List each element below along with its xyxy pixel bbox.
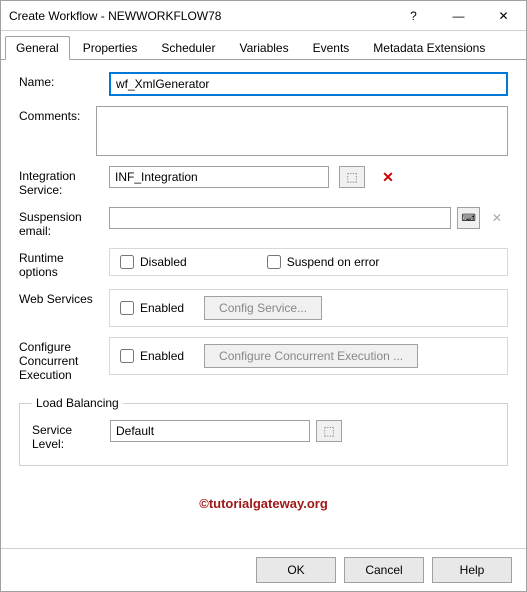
- web-enabled-checkbox-wrap[interactable]: Enabled: [120, 301, 184, 315]
- titlebar: Create Workflow - NEWWORKFLOW78 ? — ✕: [1, 1, 526, 31]
- web-enabled-checkbox[interactable]: [120, 301, 134, 315]
- disabled-checkbox-label: Disabled: [140, 255, 187, 269]
- concurrent-enabled-checkbox[interactable]: [120, 349, 134, 363]
- browse-integration-button[interactable]: ⬚: [339, 166, 365, 188]
- disabled-checkbox-wrap[interactable]: Disabled: [120, 255, 187, 269]
- load-balancing-group: Load Balancing Service Level: ⬚: [19, 396, 508, 466]
- tab-content: Name: Comments: Integration Service: ⬚ ✕: [1, 60, 526, 548]
- load-balancing-legend: Load Balancing: [32, 396, 123, 410]
- help-button-footer[interactable]: Help: [432, 557, 512, 583]
- dialog-footer: OK Cancel Help: [1, 548, 526, 591]
- disabled-checkbox[interactable]: [120, 255, 134, 269]
- clear-integration-button[interactable]: ✕: [375, 166, 401, 188]
- integration-service-input[interactable]: [109, 166, 329, 188]
- concurrent-enabled-checkbox-wrap[interactable]: Enabled: [120, 349, 184, 363]
- runtime-label: Runtime options: [19, 248, 101, 279]
- suspension-email-input[interactable]: [109, 207, 451, 229]
- watermark-text: ©tutorialgateway.org: [19, 496, 508, 511]
- tab-bar: General Properties Scheduler Variables E…: [1, 31, 526, 60]
- config-concurrent-button: Configure Concurrent Execution ...: [204, 344, 418, 368]
- concurrent-label: Configure Concurrent Execution: [19, 337, 101, 382]
- tab-events[interactable]: Events: [302, 36, 361, 60]
- service-level-input[interactable]: [110, 420, 310, 442]
- tab-variables[interactable]: Variables: [228, 36, 299, 60]
- x-icon: ✕: [382, 169, 394, 186]
- suspend-checkbox-label: Suspend on error: [287, 255, 380, 269]
- email-browse-button[interactable]: ⌨: [457, 207, 479, 229]
- service-level-label: Service Level:: [32, 420, 102, 451]
- comments-input[interactable]: [96, 106, 508, 156]
- tab-properties[interactable]: Properties: [72, 36, 149, 60]
- close-button[interactable]: ✕: [481, 1, 526, 30]
- keyboard-icon: ⌨: [461, 213, 475, 224]
- cube-icon: ⬚: [323, 424, 334, 438]
- minimize-button[interactable]: —: [436, 1, 481, 30]
- concurrent-enabled-label: Enabled: [140, 349, 184, 363]
- suspension-label: Suspension email:: [19, 207, 101, 238]
- x-icon: ✕: [492, 211, 502, 225]
- ok-button[interactable]: OK: [256, 557, 336, 583]
- tab-general[interactable]: General: [5, 36, 70, 60]
- tab-metadata-extensions[interactable]: Metadata Extensions: [362, 36, 496, 60]
- config-service-button: Config Service...: [204, 296, 322, 320]
- suspend-checkbox-wrap[interactable]: Suspend on error: [267, 255, 380, 269]
- help-button[interactable]: ?: [391, 1, 436, 30]
- tab-scheduler[interactable]: Scheduler: [150, 36, 226, 60]
- name-label: Name:: [19, 72, 101, 89]
- name-input[interactable]: [109, 72, 508, 96]
- suspend-checkbox[interactable]: [267, 255, 281, 269]
- cube-icon: ⬚: [346, 170, 357, 184]
- email-clear-button[interactable]: ✕: [486, 207, 508, 229]
- integration-label: Integration Service:: [19, 166, 101, 197]
- web-services-label: Web Services: [19, 289, 101, 306]
- cancel-button[interactable]: Cancel: [344, 557, 424, 583]
- window-title: Create Workflow - NEWWORKFLOW78: [9, 9, 391, 23]
- comments-label: Comments:: [19, 106, 88, 123]
- service-level-browse-button[interactable]: ⬚: [316, 420, 342, 442]
- web-enabled-label: Enabled: [140, 301, 184, 315]
